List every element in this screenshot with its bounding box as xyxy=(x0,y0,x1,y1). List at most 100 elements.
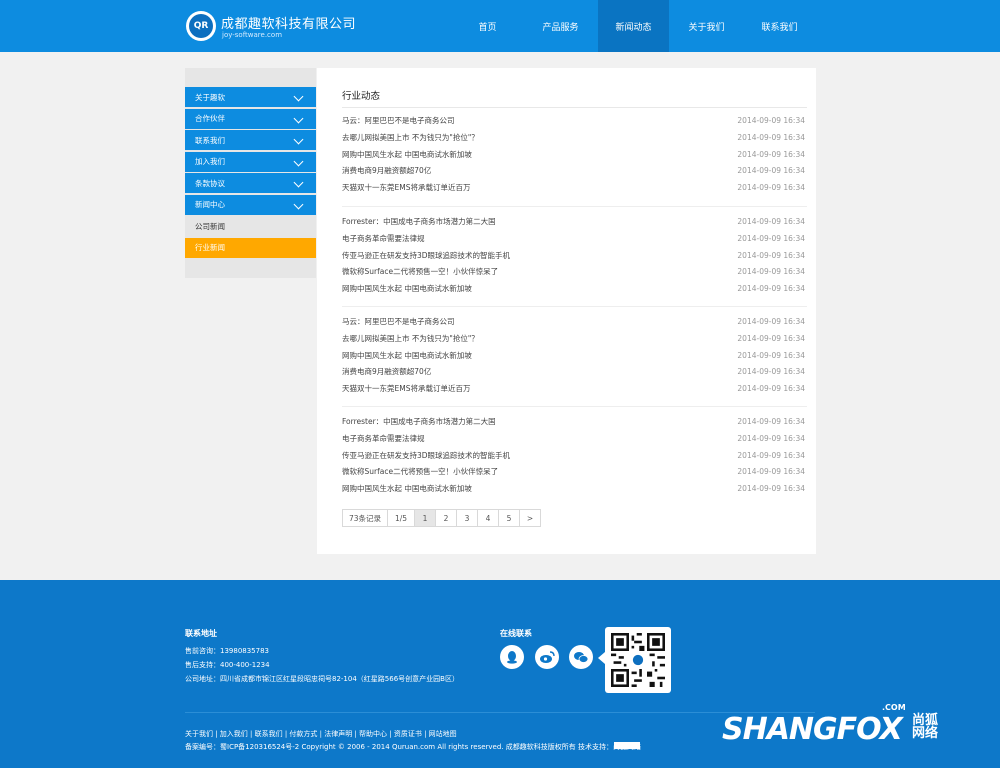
news-item[interactable]: 马云：阿里巴巴不是电子商务公司 2014-09-09 16:34 xyxy=(342,314,807,331)
divider xyxy=(342,107,807,108)
divider xyxy=(342,206,807,207)
news-title[interactable]: 去哪儿网拟美国上市 不为钱只为"抢位"？ xyxy=(342,133,479,142)
divider xyxy=(185,712,815,713)
news-item[interactable]: 传亚马逊正在研发支持3D眼球追踪技术的智能手机 2014-09-09 16:34 xyxy=(342,448,807,465)
news-item[interactable]: 电子商务革命需要法律规 2014-09-09 16:34 xyxy=(342,431,807,448)
news-title[interactable]: 传亚马逊正在研发支持3D眼球追踪技术的智能手机 xyxy=(342,451,510,460)
qr-code xyxy=(605,627,671,693)
news-item[interactable]: 网购中国风生水起 中国电商试水新加坡 2014-09-09 16:34 xyxy=(342,481,807,498)
sidebar-item-label: 条款协议 xyxy=(195,178,225,188)
shangfox-logo[interactable]: SHANGFOX xyxy=(722,712,903,747)
news-date: 2014-09-09 16:34 xyxy=(737,333,805,343)
news-title[interactable]: 马云：阿里巴巴不是电子商务公司 xyxy=(342,116,455,125)
divider xyxy=(342,406,807,407)
nav-contact[interactable]: 联系我们 xyxy=(744,0,815,52)
news-item[interactable]: 天猫双十一东莞EMS将承载订单近百万 2014-09-09 16:34 xyxy=(342,180,807,197)
sidebar-item-contact[interactable]: 联系我们 xyxy=(185,130,316,150)
shangfox-logo-cn: 尚狐网络 xyxy=(912,713,939,741)
news-list: 马云：阿里巴巴不是电子商务公司 2014-09-09 16:34 去哪儿网拟美国上… xyxy=(342,113,807,197)
news-item[interactable]: 传亚马逊正在研发支持3D眼球追踪技术的智能手机 2014-09-09 16:34 xyxy=(342,248,807,265)
news-title[interactable]: 网购中国风生水起 中国电商试水新加坡 xyxy=(342,284,472,293)
news-item[interactable]: 去哪儿网拟美国上市 不为钱只为"抢位"？ 2014-09-09 16:34 xyxy=(342,331,807,348)
copyright: 备案编号：蜀ICP备120316524号-2 Copyright © 2006 … xyxy=(185,743,641,751)
news-title[interactable]: 网购中国风生水起 中国电商试水新加坡 xyxy=(342,351,472,360)
news-title[interactable]: 天猫双十一东莞EMS将承载订单近百万 xyxy=(342,384,470,393)
pagination-total: 73条记录 xyxy=(342,509,388,527)
qq-icon[interactable] xyxy=(500,645,524,669)
news-item[interactable]: 马云：阿里巴巴不是电子商务公司 2014-09-09 16:34 xyxy=(342,113,807,130)
sidebar-item-about[interactable]: 关于趣软 xyxy=(185,87,316,107)
sidebar-item-terms[interactable]: 条款协议 xyxy=(185,173,316,193)
sidebar-subitem-industry-news[interactable]: 行业新闻 xyxy=(185,237,316,258)
news-date: 2014-09-09 16:34 xyxy=(737,233,805,243)
news-date: 2014-09-09 16:34 xyxy=(737,417,805,426)
page-button-2[interactable]: 2 xyxy=(435,509,457,527)
sidebar-item-join[interactable]: 加入我们 xyxy=(185,151,316,172)
page-button-4[interactable]: 4 xyxy=(477,509,499,527)
news-item[interactable]: 电子商务革命需要法律规 2014-09-09 16:34 xyxy=(342,231,807,248)
company-address: 公司地址：四川省成都市锦江区红星段昭忠祠号82-104（红星路566号创意产业园… xyxy=(185,675,459,683)
qr-pointer xyxy=(598,652,605,664)
news-item[interactable]: 消费电商9月融资额超70亿 2014-09-09 16:34 xyxy=(342,163,807,180)
news-list: 马云：阿里巴巴不是电子商务公司 2014-09-09 16:34 去哪儿网拟美国上… xyxy=(342,314,807,398)
news-item[interactable]: 去哪儿网拟美国上市 不为钱只为"抢位"？ 2014-09-09 16:34 xyxy=(342,130,807,147)
news-item[interactable]: 网购中国风生水起 中国电商试水新加坡 2014-09-09 16:34 xyxy=(342,281,807,298)
news-item[interactable]: Forrester：中国成电子商务市场潜力第二大国 2014-09-09 16:3… xyxy=(342,414,807,431)
news-item[interactable]: 天猫双十一东莞EMS将承载订单近百万 2014-09-09 16:34 xyxy=(342,381,807,398)
news-title[interactable]: 微软称Surface二代将预售一空！小伙伴惊呆了 xyxy=(342,467,498,476)
page-button-5[interactable]: 5 xyxy=(498,509,520,527)
weibo-icon[interactable] xyxy=(535,645,559,669)
nav-news[interactable]: 新闻动态 xyxy=(598,0,669,52)
news-date: 2014-09-09 16:34 xyxy=(737,267,805,277)
logo-mark: QR xyxy=(189,14,213,38)
news-title[interactable]: 电子商务革命需要法律规 xyxy=(342,434,425,443)
sidebar-item-label: 加入我们 xyxy=(195,157,225,166)
contact-title: 联系地址 xyxy=(185,629,217,638)
company-logo[interactable]: QR xyxy=(186,11,216,41)
news-title[interactable]: 马云：阿里巴巴不是电子商务公司 xyxy=(342,317,455,326)
page-button-1[interactable]: 1 xyxy=(414,509,436,527)
company-name[interactable]: 成都趣软科技有限公司 xyxy=(221,13,356,32)
news-title[interactable]: Forrester：中国成电子商务市场潜力第二大国 xyxy=(342,217,496,226)
divider xyxy=(342,306,807,307)
sidebar-item-label: 合作伙伴 xyxy=(195,114,225,123)
qr-code-image xyxy=(611,633,665,687)
news-title[interactable]: 去哪儿网拟美国上市 不为钱只为"抢位"？ xyxy=(342,334,479,343)
page-title: 行业动态 xyxy=(342,91,381,102)
news-title[interactable]: 消费电商9月融资额超70亿 xyxy=(342,367,431,376)
news-item[interactable]: 消费电商9月融资额超70亿 2014-09-09 16:34 xyxy=(342,364,807,381)
main-nav: 首页 产品服务 新闻动态 关于我们 联系我们 xyxy=(452,0,817,52)
news-title[interactable]: Forrester：中国成电子商务市场潜力第二大国 xyxy=(342,417,496,426)
pagination: 73条记录 1/5 1 2 3 4 5 > xyxy=(342,509,541,527)
sidebar-item-news[interactable]: 新闻中心 xyxy=(185,194,316,215)
news-title[interactable]: 网购中国风生水起 中国电商试水新加坡 xyxy=(342,150,472,159)
news-title[interactable]: 消费电商9月融资额超70亿 xyxy=(342,166,431,175)
news-date: 2014-09-09 16:34 xyxy=(737,166,805,176)
chevron-down-icon xyxy=(293,134,304,145)
wechat-icon[interactable] xyxy=(569,645,593,669)
news-title[interactable]: 微软称Surface二代将预售一空！小伙伴惊呆了 xyxy=(342,267,498,276)
chevron-down-icon xyxy=(293,113,304,123)
news-title[interactable]: 电子商务革命需要法律规 xyxy=(342,234,425,243)
company-domain: joy-software.com xyxy=(222,31,283,39)
news-item[interactable]: 微软称Surface二代将预售一空！小伙伴惊呆了 2014-09-09 16:34 xyxy=(342,464,807,481)
news-title[interactable]: 传亚马逊正在研发支持3D眼球追踪技术的智能手机 xyxy=(342,251,510,260)
sidebar-subitem-company-news[interactable]: 公司新闻 xyxy=(185,216,316,236)
page-button-3[interactable]: 3 xyxy=(456,509,478,527)
news-title[interactable]: 天猫双十一东莞EMS将承载订单近百万 xyxy=(342,183,470,192)
news-list: Forrester：中国成电子商务市场潜力第二大国 2014-09-09 16:3… xyxy=(342,414,807,498)
news-title[interactable]: 网购中国风生水起 中国电商试水新加坡 xyxy=(342,484,472,493)
footer-links[interactable]: 关于我们 | 加入我们 | 联系我们 | 付款方式 | 法律声明 | 帮助中心 … xyxy=(185,729,457,739)
nav-home[interactable]: 首页 xyxy=(452,0,523,52)
nav-about[interactable]: 关于我们 xyxy=(671,0,742,52)
news-item[interactable]: 网购中国风生水起 中国电商试水新加坡 2014-09-09 16:34 xyxy=(342,147,807,164)
news-item[interactable]: 网购中国风生水起 中国电商试水新加坡 2014-09-09 16:34 xyxy=(342,348,807,365)
sidebar-item-partners[interactable]: 合作伙伴 xyxy=(185,108,316,129)
news-item[interactable]: Forrester：中国成电子商务市场潜力第二大国 2014-09-09 16:3… xyxy=(342,214,807,231)
next-page-button[interactable]: > xyxy=(519,509,541,527)
gov-badge-icon[interactable] xyxy=(614,742,640,749)
nav-products[interactable]: 产品服务 xyxy=(525,0,596,52)
news-item[interactable]: 微软称Surface二代将预售一空！小伙伴惊呆了 2014-09-09 16:34 xyxy=(342,264,807,281)
presales-phone: 售前咨询：13980835783 xyxy=(185,647,269,655)
news-date: 2014-09-09 16:34 xyxy=(737,132,805,142)
